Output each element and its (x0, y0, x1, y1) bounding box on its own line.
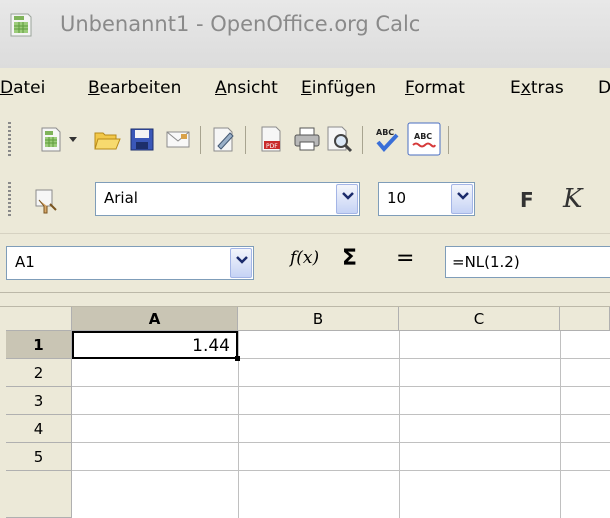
column-header-a[interactable]: A (72, 307, 238, 331)
column-header-b[interactable]: B (238, 307, 399, 331)
page-preview-icon[interactable] (324, 124, 354, 154)
chevron-down-icon (236, 256, 248, 264)
font-size-dropdown-button[interactable] (451, 184, 473, 214)
svg-text:ABC: ABC (376, 128, 394, 137)
bold-button[interactable]: F (520, 188, 534, 212)
formula-bar: A1 f(x) Σ = =NL(1.2) (0, 233, 610, 293)
open-folder-icon[interactable] (92, 124, 122, 154)
toolbar-separator (245, 126, 246, 154)
toolbar-separator (448, 126, 449, 154)
gridline (72, 470, 610, 471)
toolbar-grip[interactable] (8, 122, 11, 158)
column-header-c[interactable]: C (399, 307, 560, 331)
gridline (399, 331, 400, 518)
menu-ansicht[interactable]: Ansicht (215, 78, 278, 98)
styles-formatting-icon[interactable] (30, 186, 60, 216)
svg-text:ABC: ABC (414, 132, 432, 141)
toolbar-separator (362, 126, 363, 154)
formula-input[interactable]: =NL(1.2) (445, 246, 610, 278)
chevron-down-icon (342, 192, 354, 200)
cell-a1-value: 1.44 (192, 336, 230, 356)
font-size-combo[interactable]: 10 (378, 182, 475, 216)
fill-handle[interactable] (235, 356, 240, 361)
sum-button[interactable]: Σ (342, 246, 357, 271)
menu-bar: Datei Bearbeiten Ansicht Einfügen Format… (0, 68, 610, 113)
new-dropdown-arrow-icon[interactable] (66, 132, 80, 146)
row-header-6[interactable] (6, 471, 72, 518)
font-name-dropdown-button[interactable] (336, 184, 358, 214)
name-box-value: A1 (15, 253, 35, 271)
gridline (72, 414, 610, 415)
chevron-down-icon (457, 192, 469, 200)
toolbar-grip[interactable] (8, 182, 11, 218)
font-size-value: 10 (387, 189, 407, 207)
row-header-2[interactable]: 2 (6, 359, 72, 387)
menu-datei[interactable]: Datei (0, 78, 45, 98)
print-icon[interactable] (292, 124, 322, 154)
menu-extras[interactable]: Extras (510, 78, 564, 98)
menu-einfuegen[interactable]: Einfügen (301, 78, 376, 98)
gridline (72, 442, 610, 443)
spreadsheet-grid: A B C 1 2 3 4 5 1.44 (0, 306, 610, 518)
column-header-d[interactable] (560, 307, 610, 331)
edit-file-icon[interactable] (208, 124, 238, 154)
toolbar-separator (200, 126, 201, 154)
new-document-icon[interactable] (36, 124, 66, 154)
font-name-value: Arial (104, 189, 138, 207)
italic-button[interactable]: K (563, 184, 582, 214)
formatting-toolbar: Arial 10 F K (0, 168, 610, 233)
select-all-corner[interactable] (6, 307, 72, 331)
title-bar: Unbenannt1 - OpenOffice.org Calc (0, 0, 610, 69)
row-header-5[interactable]: 5 (6, 443, 72, 471)
row-header-3[interactable]: 3 (6, 387, 72, 415)
menu-d-truncated[interactable]: D (598, 78, 610, 98)
cell-a1[interactable]: 1.44 (72, 331, 240, 361)
font-name-combo[interactable]: Arial (95, 182, 360, 216)
gridline (560, 331, 561, 518)
email-icon[interactable] (163, 124, 193, 154)
svg-text:PDF: PDF (266, 143, 278, 150)
spellcheck-icon[interactable]: ABC (372, 124, 402, 154)
calc-app-icon (10, 13, 32, 37)
formula-input-value: =NL(1.2) (452, 253, 520, 271)
gridline (72, 386, 610, 387)
row-header-4[interactable]: 4 (6, 415, 72, 443)
function-wizard-button[interactable]: f(x) (290, 248, 319, 268)
menu-bearbeiten[interactable]: Bearbeiten (88, 78, 181, 98)
name-box[interactable]: A1 (6, 246, 254, 280)
function-equals-button[interactable]: = (396, 246, 414, 271)
name-box-dropdown-button[interactable] (230, 248, 252, 278)
window-title: Unbenannt1 - OpenOffice.org Calc (60, 12, 421, 36)
export-pdf-icon[interactable]: PDF (256, 124, 286, 154)
autospellcheck-toggle-icon[interactable]: ABC (407, 122, 441, 156)
row-header-1[interactable]: 1 (6, 331, 72, 359)
standard-toolbar: PDF ABC ABC (0, 112, 610, 168)
menu-format[interactable]: Format (405, 78, 465, 98)
save-icon[interactable] (127, 124, 157, 154)
